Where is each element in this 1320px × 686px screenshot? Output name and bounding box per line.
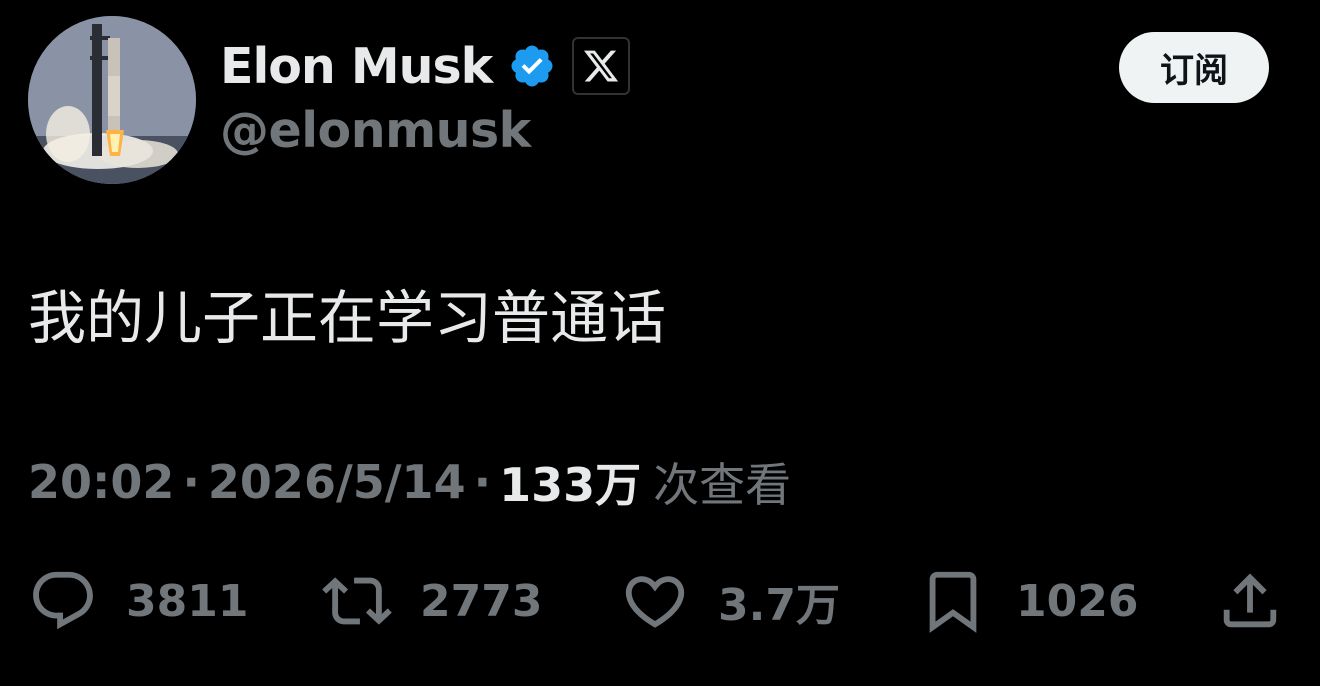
repost-button[interactable]: 2773 xyxy=(322,566,542,636)
views-label: 次查看 xyxy=(653,458,792,512)
meta-separator: · xyxy=(473,455,492,509)
bookmark-icon xyxy=(929,571,977,633)
like-button[interactable]: 3.7万 xyxy=(620,566,840,636)
bookmark-button[interactable]: 1026 xyxy=(918,566,1138,636)
repost-count: 2773 xyxy=(420,575,543,627)
author-handle[interactable]: @elonmusk xyxy=(220,102,531,159)
share-button[interactable] xyxy=(1215,566,1285,636)
like-count: 3.7万 xyxy=(718,580,840,631)
avatar[interactable] xyxy=(28,16,196,184)
bookmark-count: 1026 xyxy=(1016,575,1139,627)
subscribe-button[interactable]: 订阅 xyxy=(1119,32,1269,103)
share-icon xyxy=(1223,573,1277,628)
verified-badge-icon[interactable] xyxy=(508,42,556,90)
tweet-time[interactable]: 20:02 xyxy=(28,455,174,509)
reply-button[interactable]: 3811 xyxy=(28,566,248,636)
author-name-row: Elon Musk xyxy=(220,34,631,98)
x-logo-icon xyxy=(584,50,619,82)
display-name[interactable]: Elon Musk xyxy=(220,38,493,95)
meta-separator: · xyxy=(182,455,200,509)
reply-icon xyxy=(33,571,93,630)
tweet-date[interactable]: 2026/5/14 xyxy=(208,455,466,509)
rocket-launch-image xyxy=(28,16,196,184)
repost-icon xyxy=(322,577,392,625)
views-count: 133万 xyxy=(499,458,642,512)
tweet-meta: 20:02 · 2026/5/14 · 133万 次查看 xyxy=(28,450,791,514)
heart-icon xyxy=(625,576,685,628)
tweet-text: 我的儿子正在学习普通话 xyxy=(28,284,667,352)
reply-count: 3811 xyxy=(126,575,249,627)
action-bar: 3811 2773 3.7万 1026 xyxy=(0,566,1320,636)
x-affiliate-badge[interactable] xyxy=(572,37,631,95)
